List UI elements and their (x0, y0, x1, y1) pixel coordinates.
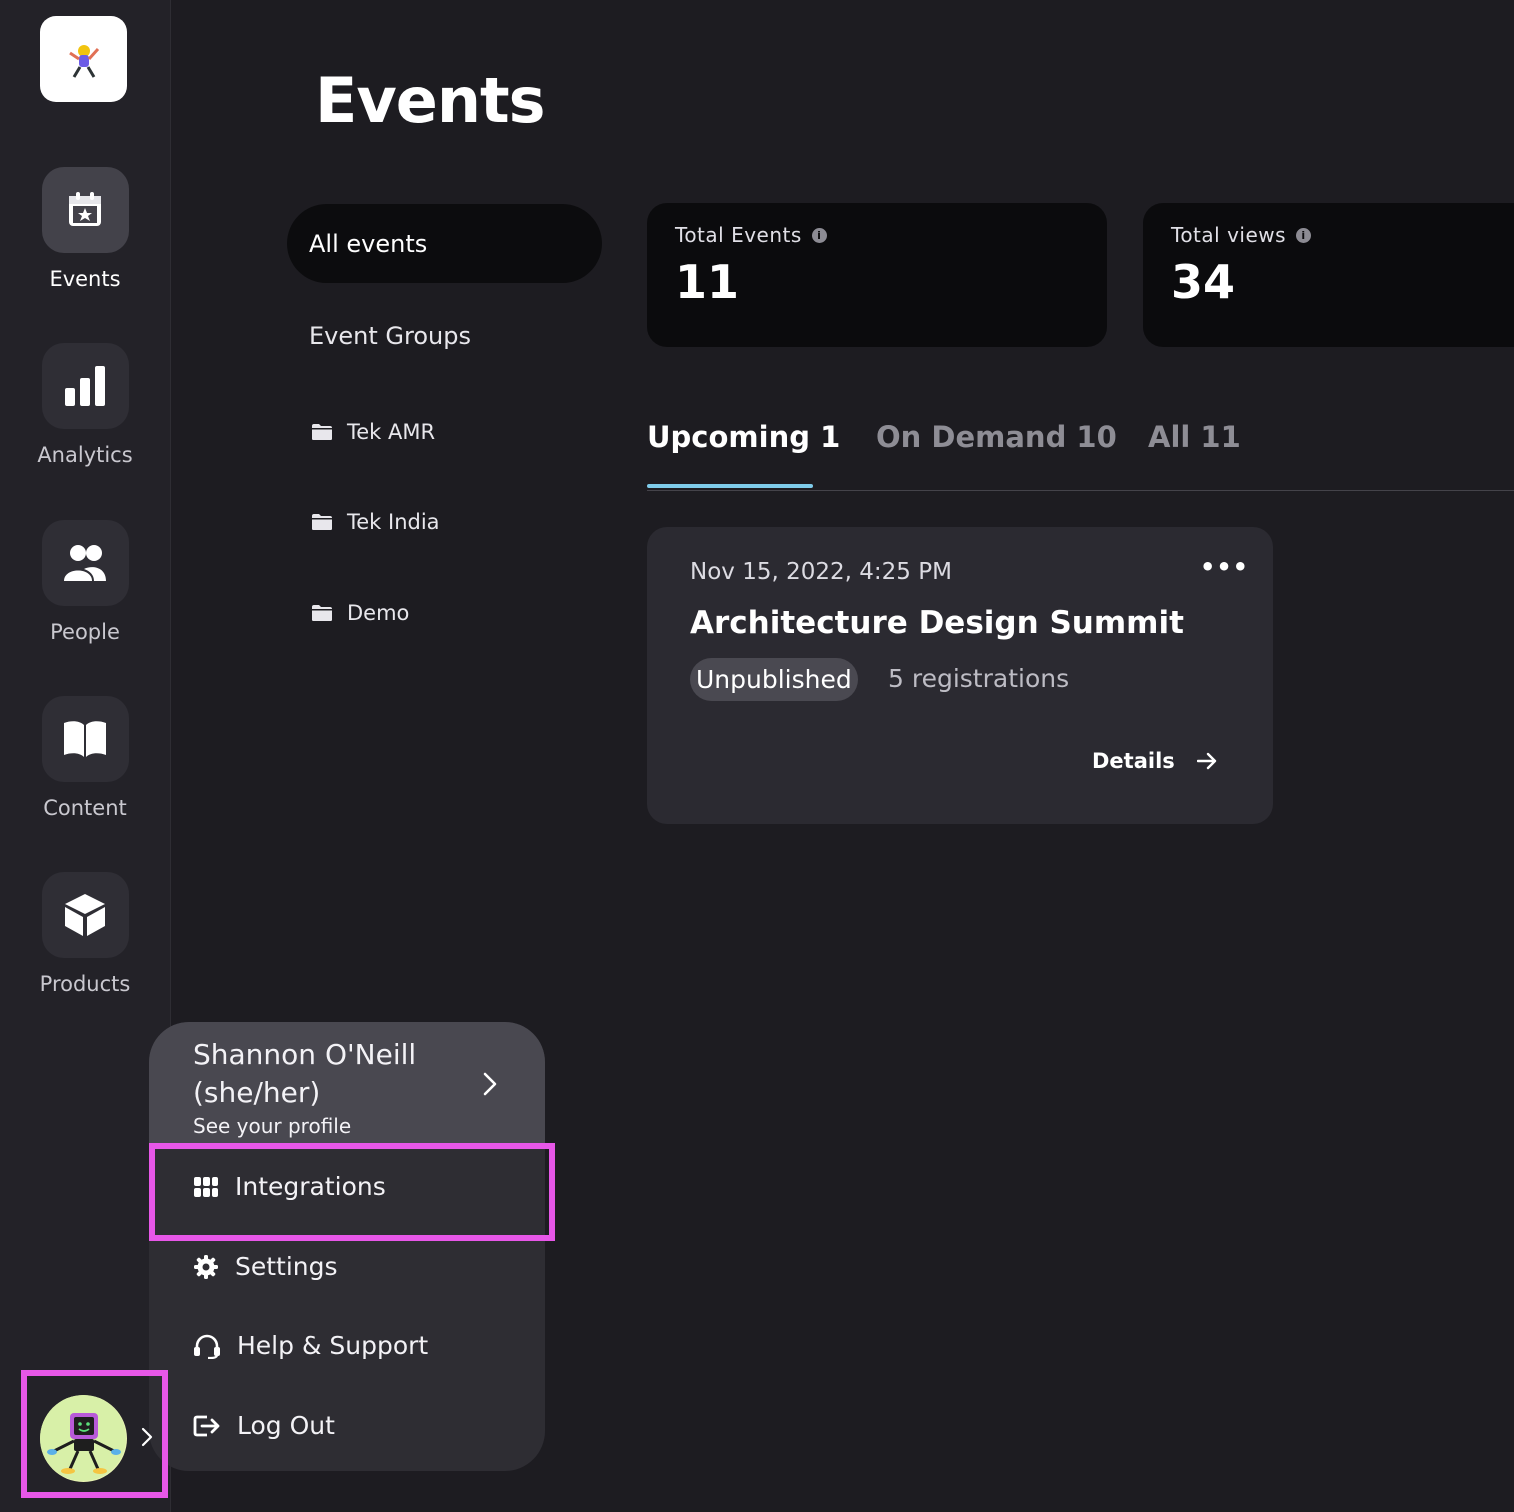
folder-label: Tek India (347, 510, 440, 534)
sidebar-label: People (50, 620, 120, 644)
people-icon (64, 545, 106, 581)
app-logo[interactable] (40, 16, 127, 102)
folder-icon (312, 514, 332, 530)
sidebar-item-people[interactable]: People (0, 520, 170, 644)
headset-icon (194, 1334, 220, 1359)
folder-icon (312, 605, 332, 621)
sidebar-label: Products (39, 972, 131, 996)
event-card[interactable]: Nov 15, 2022, 4:25 PM ••• Architecture D… (647, 527, 1273, 824)
menu-item-label: Settings (235, 1252, 338, 1281)
book-icon (64, 721, 106, 757)
tab-active-indicator (647, 484, 813, 488)
profile-name: Shannon O'Neill (she/her) (193, 1038, 417, 1109)
folder-item[interactable]: Tek AMR (311, 420, 435, 444)
tab-on-demand[interactable]: On Demand 10 (876, 420, 1117, 454)
chevron-right-icon[interactable] (140, 1426, 154, 1448)
sidebar-button-content[interactable] (41, 696, 129, 782)
profile-menu: Shannon O'Neill (she/her) See your profi… (149, 1022, 545, 1471)
sidebar-item-content[interactable]: Content (0, 696, 170, 820)
integrations-highlight (149, 1143, 555, 1241)
sidebar-button-people[interactable] (41, 520, 129, 606)
sidebar-item-products[interactable]: Products (0, 872, 170, 996)
page-title: Events (315, 64, 545, 137)
arrow-right-icon (1196, 752, 1216, 770)
menu-item-help-support[interactable]: Help & Support (193, 1331, 428, 1360)
info-icon[interactable]: i (1296, 227, 1312, 243)
mascot-logo-icon (68, 45, 99, 78)
event-title[interactable]: Architecture Design Summit (690, 605, 1184, 641)
bar-chart-icon (65, 366, 105, 406)
stat-label: Total Events i (675, 223, 1079, 247)
profile-header[interactable]: Shannon O'Neill (she/her) See your profi… (149, 1022, 545, 1144)
menu-item-logout[interactable]: Log Out (193, 1411, 335, 1440)
more-options-button[interactable]: ••• (1200, 553, 1249, 581)
sidebar: Events Analytics People Content Products (0, 0, 171, 1512)
folder-item[interactable]: Tek India (311, 510, 440, 534)
event-date: Nov 15, 2022, 4:25 PM (690, 559, 952, 585)
subnav-all-events[interactable]: All events (287, 204, 602, 283)
sidebar-label: Events (49, 267, 121, 291)
sidebar-label: Analytics (37, 443, 133, 467)
stat-total-views: Total views i 34 (1143, 203, 1514, 347)
folder-icon (312, 424, 332, 440)
calendar-star-icon (69, 192, 101, 226)
tab-upcoming[interactable]: Upcoming 1 (647, 420, 840, 454)
profile-subtitle: See your profile (193, 1114, 352, 1138)
details-link[interactable]: Details (1092, 749, 1217, 773)
tab-all[interactable]: All 11 (1148, 420, 1241, 454)
menu-item-settings[interactable]: Settings (193, 1252, 338, 1281)
sidebar-button-events[interactable] (41, 167, 129, 253)
stat-value: 11 (675, 255, 740, 309)
stat-label: Total views i (1171, 223, 1514, 247)
menu-item-label: Help & Support (237, 1331, 429, 1360)
subnav-event-groups[interactable]: Event Groups (309, 322, 471, 350)
robot-avatar-icon (40, 1395, 126, 1481)
stat-value: 34 (1171, 255, 1236, 309)
stat-label-text: Total views (1171, 223, 1287, 247)
registrations-count: 5 registrations (888, 664, 1070, 693)
status-badge: Unpublished (690, 658, 858, 701)
sidebar-button-products[interactable] (41, 872, 129, 958)
avatar[interactable] (40, 1395, 127, 1482)
folder-label: Tek AMR (347, 420, 436, 444)
logout-icon (193, 1415, 220, 1436)
stat-total-events: Total Events i 11 (647, 203, 1107, 347)
tabs-divider (647, 490, 1514, 491)
gear-icon (194, 1254, 218, 1279)
menu-item-label: Log Out (237, 1411, 335, 1440)
stat-label-text: Total Events (675, 223, 802, 247)
sidebar-item-analytics[interactable]: Analytics (0, 343, 170, 467)
sidebar-label: Content (43, 796, 127, 820)
folder-item[interactable]: Demo (311, 601, 409, 625)
info-icon[interactable]: i (811, 227, 827, 243)
box-icon (65, 894, 105, 936)
sidebar-item-events[interactable]: Events (0, 167, 170, 291)
folder-label: Demo (347, 601, 410, 625)
sidebar-button-analytics[interactable] (41, 343, 129, 429)
chevron-right-icon (483, 1072, 497, 1096)
details-label: Details (1092, 749, 1175, 773)
